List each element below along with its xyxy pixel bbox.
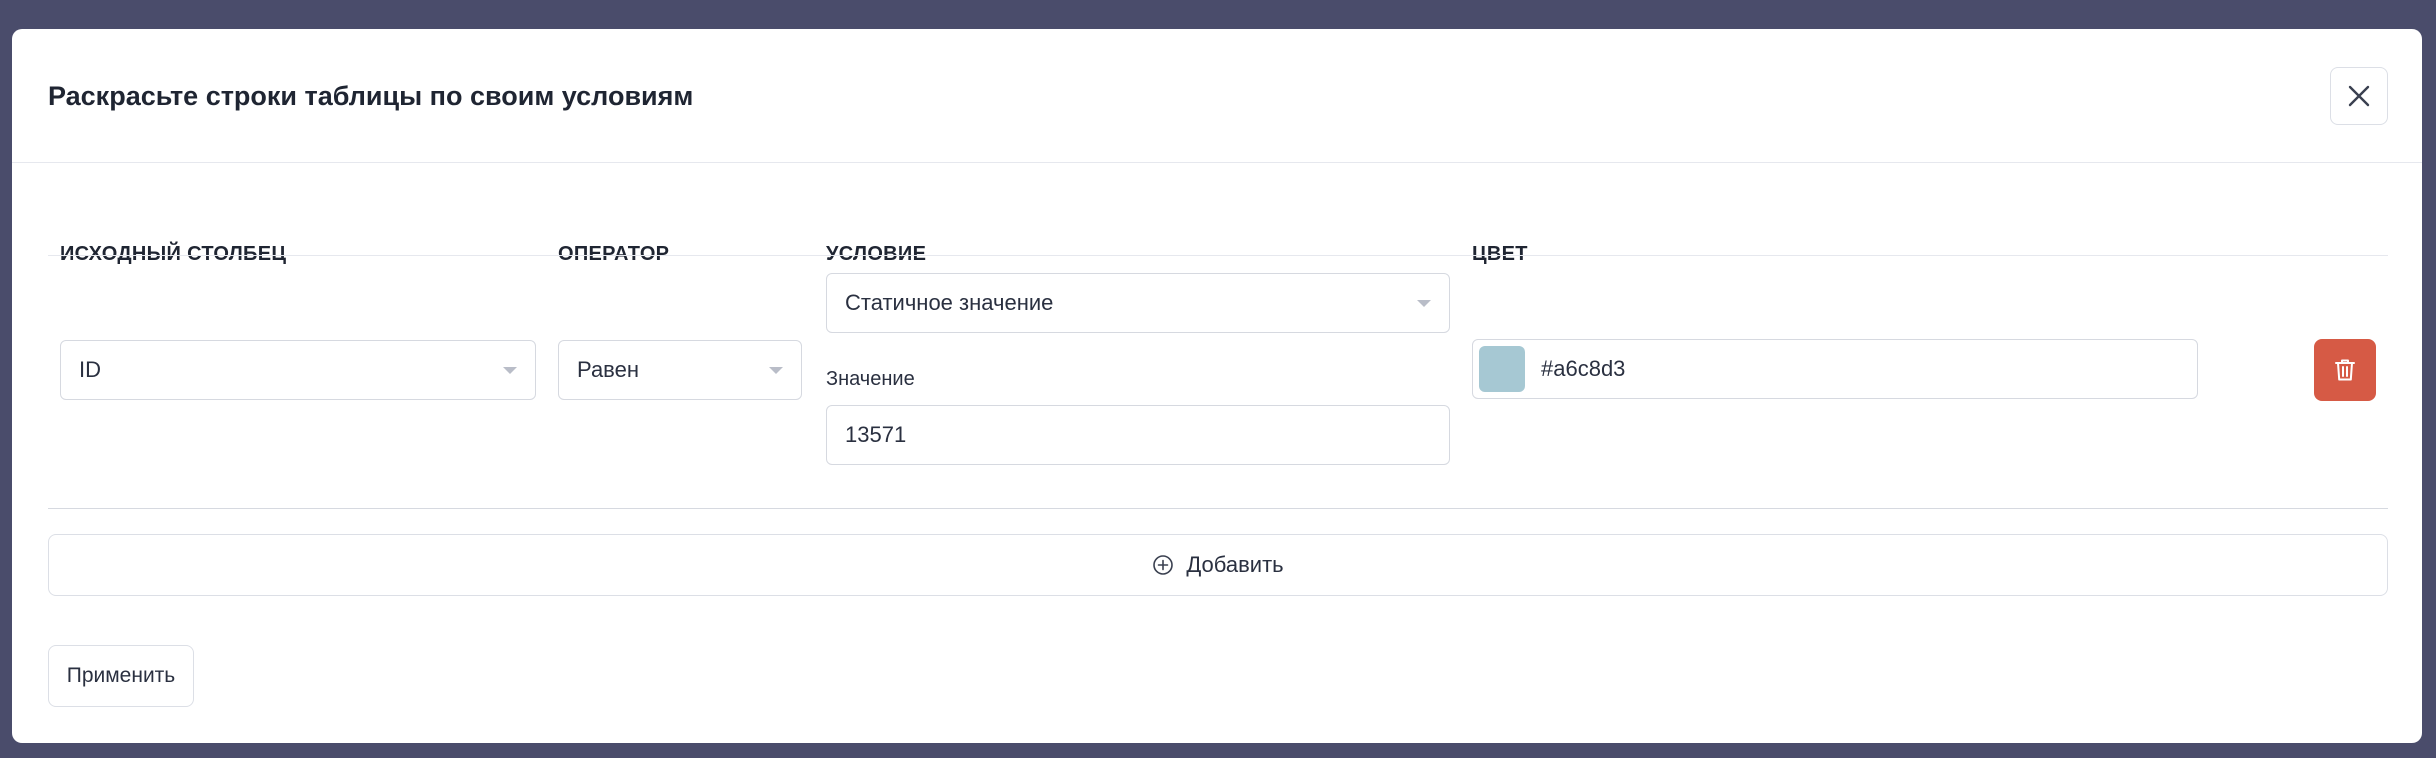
color-swatch[interactable] bbox=[1479, 346, 1525, 392]
rules-table-header: ИСХОДНЫЙ СТОЛБЕЦ ОПЕРАТОР УСЛОВИЕ ЦВЕТ bbox=[12, 217, 2422, 265]
value-label: Значение bbox=[826, 368, 915, 390]
modal-title: Раскрасьте строки таблицы по своим услов… bbox=[48, 81, 694, 111]
value-input-text: 13571 bbox=[845, 422, 907, 447]
source-column-value: ID bbox=[79, 357, 101, 382]
chevron-down-icon bbox=[503, 367, 517, 374]
plus-circle-icon bbox=[1153, 555, 1174, 575]
apply-button[interactable]: Применить bbox=[48, 645, 194, 707]
close-icon bbox=[2348, 85, 2370, 107]
condition-type-select[interactable]: Статичное значение bbox=[826, 273, 1450, 333]
source-column-select[interactable]: ID bbox=[60, 340, 536, 400]
rule-row-divider bbox=[48, 508, 2388, 509]
add-rule-label: Добавить bbox=[1186, 552, 1284, 577]
condition-type-value: Статичное значение bbox=[845, 290, 1054, 315]
operator-value: Равен bbox=[577, 357, 640, 382]
header-divider bbox=[48, 255, 2388, 256]
apply-label: Применить bbox=[66, 664, 176, 687]
color-field[interactable]: #a6c8d3 bbox=[1472, 339, 2198, 399]
value-input[interactable]: 13571 bbox=[826, 405, 1450, 465]
delete-rule-button[interactable] bbox=[2314, 339, 2376, 401]
conditional-formatting-modal: Раскрасьте строки таблицы по своим услов… bbox=[12, 29, 2422, 743]
add-rule-button[interactable]: Добавить bbox=[48, 534, 2388, 596]
modal-header: Раскрасьте строки таблицы по своим услов… bbox=[12, 29, 2422, 163]
chevron-down-icon bbox=[769, 367, 783, 374]
operator-select[interactable]: Равен bbox=[558, 340, 802, 400]
trash-icon bbox=[2335, 359, 2355, 381]
close-button[interactable] bbox=[2330, 67, 2388, 125]
chevron-down-icon bbox=[1417, 300, 1431, 307]
color-hex-value: #a6c8d3 bbox=[1541, 356, 1626, 381]
